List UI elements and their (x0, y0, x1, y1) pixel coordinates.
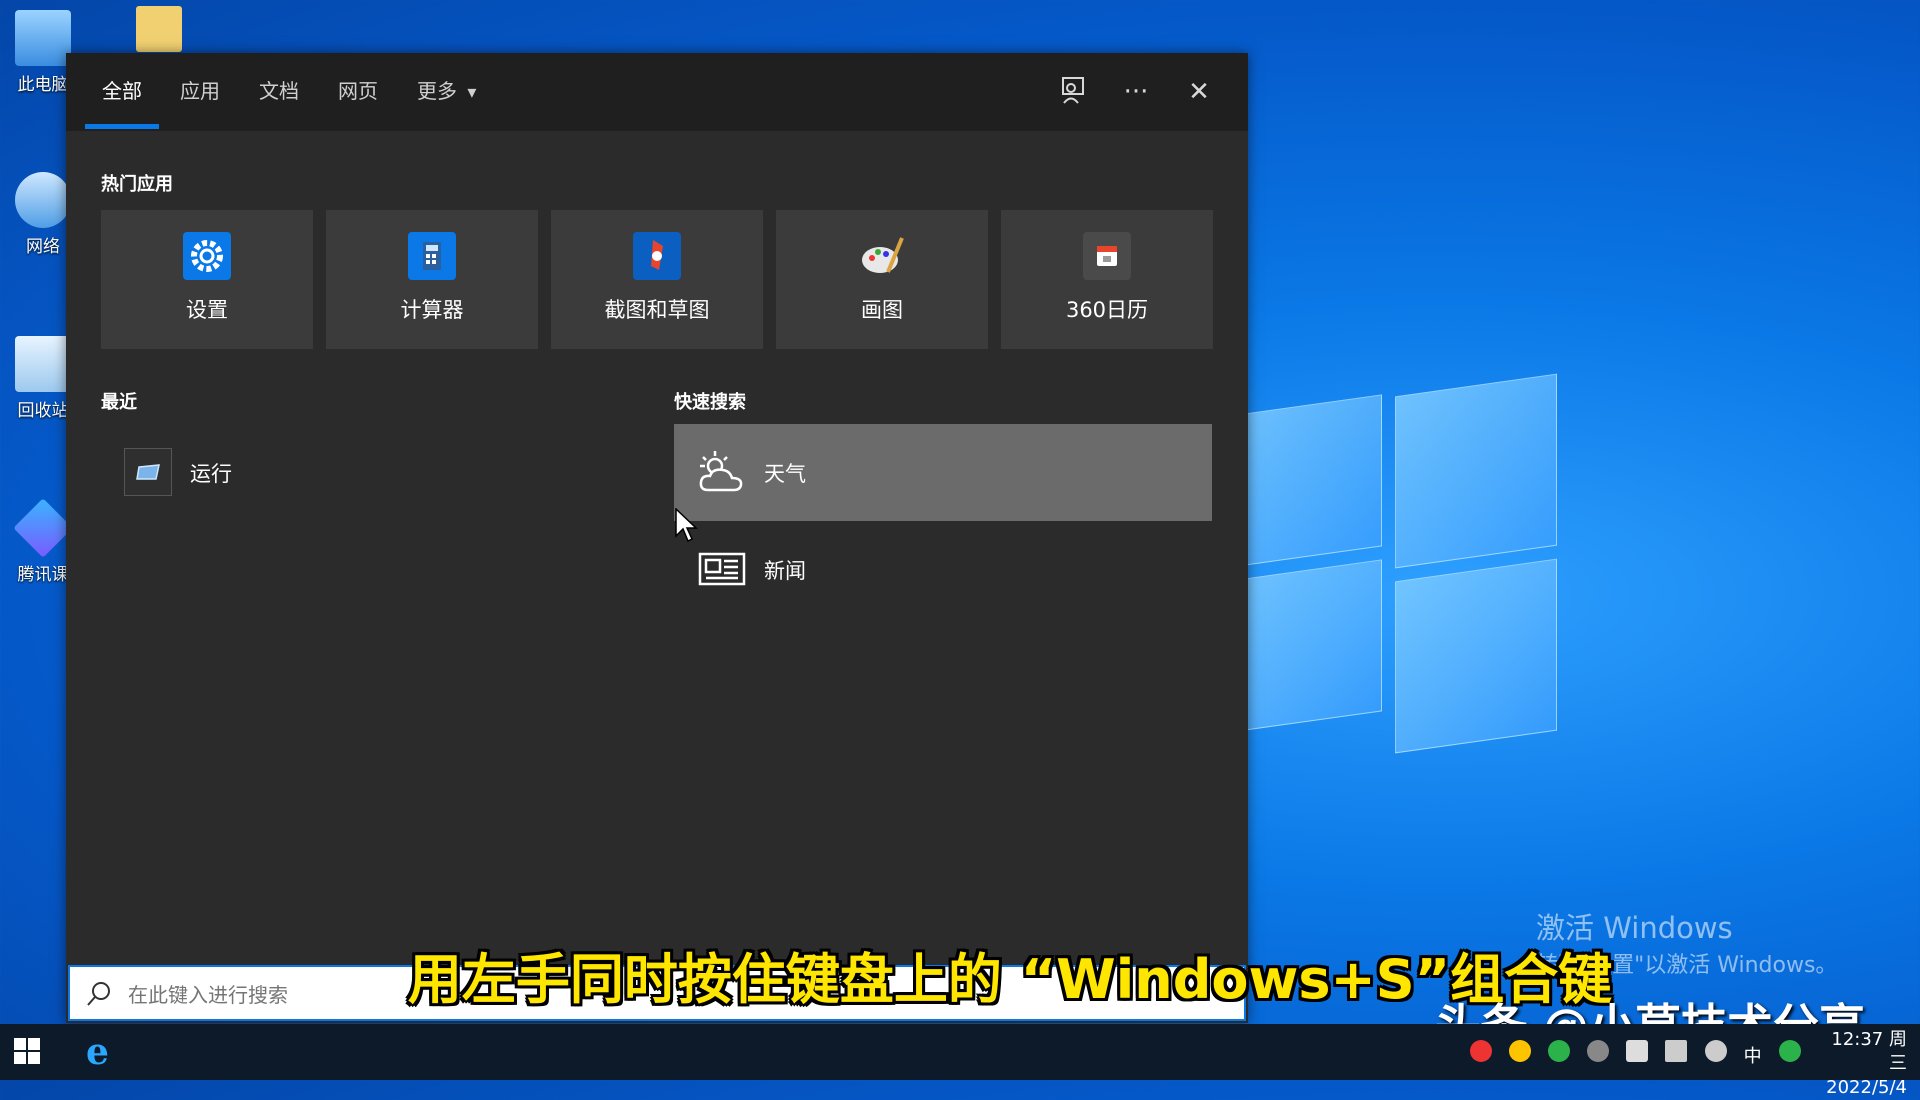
desktop-icon-label: 网络 (26, 237, 60, 257)
recent-item-label: 运行 (190, 462, 232, 486)
app-tile-label: 截图和草图 (604, 298, 710, 322)
app-tile-calculator[interactable]: 计算器 (326, 210, 538, 349)
app-tile-settings[interactable]: 设置 (101, 210, 313, 349)
tab-more-label: 更多 (417, 79, 457, 103)
windows-wallpaper-logo (1230, 365, 1560, 754)
clock[interactable]: 12:37 周三 2022/5/4 (1815, 1028, 1907, 1100)
run-icon (124, 448, 172, 496)
quick-search-label: 新闻 (764, 559, 806, 583)
search-tabs-bar: 全部 应用 文档 网页 更多 ▾ ··· ✕ (66, 53, 1248, 131)
recycle-bin-icon (15, 336, 71, 392)
close-icon[interactable]: ✕ (1182, 75, 1216, 109)
security-icon[interactable] (1626, 1040, 1649, 1062)
quick-search-weather[interactable]: 天气 (674, 424, 1212, 521)
app-tile-snip-sketch[interactable]: 截图和草图 (551, 210, 763, 349)
app-tile-label: 360日历 (1065, 298, 1149, 322)
quick-search-news[interactable]: 新闻 (674, 521, 1212, 618)
app-tile-label: 计算器 (400, 298, 464, 322)
volume-icon[interactable] (1704, 1040, 1727, 1062)
active-tab-indicator (85, 124, 159, 129)
tab-apps[interactable]: 应用 (180, 53, 220, 131)
folder-icon[interactable] (136, 6, 182, 52)
news-icon (696, 545, 746, 593)
hot-apps-title: 热门应用 (101, 174, 173, 195)
weather-icon (696, 448, 746, 496)
desktop-icon-label: 此电脑 (17, 75, 69, 95)
app-tile-label: 画图 (861, 298, 903, 322)
mouse-cursor-icon (675, 508, 698, 543)
app-tile-360-calendar[interactable]: 360日历 (1001, 210, 1213, 349)
snip-icon (633, 232, 681, 280)
internet-explorer-icon[interactable]: e (86, 1032, 126, 1072)
recent-title: 最近 (101, 392, 137, 413)
calculator-icon (408, 232, 456, 280)
tab-documents[interactable]: 文档 (259, 53, 299, 131)
tray-app-icon[interactable] (1778, 1040, 1801, 1062)
paint-icon (858, 232, 906, 280)
tray-app-icon[interactable] (1470, 1040, 1492, 1062)
chevron-down-icon: ▾ (467, 82, 477, 103)
start-button[interactable] (14, 1038, 42, 1066)
system-tray: 中 (1470, 1040, 1813, 1067)
taskbar: e 中 12:37 周三 2022/5/4 (0, 1024, 1920, 1098)
ime-indicator[interactable]: 中 (1744, 1042, 1762, 1067)
clock-time: 12:37 周三 (1831, 1029, 1907, 1074)
app-tile-paint[interactable]: 画图 (776, 210, 988, 349)
search-panel: 全部 应用 文档 网页 更多 ▾ ··· ✕ 热门应用 设置 计算器 截图和草图 (66, 53, 1248, 1023)
quick-search-title: 快速搜索 (674, 392, 746, 413)
desktop-icon-label: 腾讯课 (17, 565, 69, 585)
app-tile-label: 设置 (186, 298, 228, 322)
feedback-icon[interactable] (1056, 75, 1090, 109)
computer-icon (15, 10, 71, 66)
network-icon (15, 172, 71, 228)
quick-search-label: 天气 (764, 462, 806, 486)
gear-icon (183, 232, 231, 280)
calendar-icon (1083, 232, 1131, 280)
more-options-icon[interactable]: ··· (1119, 75, 1153, 109)
network-tray-icon[interactable] (1665, 1040, 1688, 1062)
tray-app-icon[interactable] (1548, 1040, 1571, 1062)
tab-all[interactable]: 全部 (102, 53, 142, 131)
tray-app-icon[interactable] (1509, 1040, 1532, 1062)
tray-app-icon[interactable] (1587, 1040, 1610, 1062)
tab-web[interactable]: 网页 (338, 53, 378, 131)
tab-more[interactable]: 更多 ▾ (417, 53, 476, 131)
tencent-class-icon (13, 498, 73, 558)
desktop-icon-label: 回收站 (17, 401, 69, 421)
